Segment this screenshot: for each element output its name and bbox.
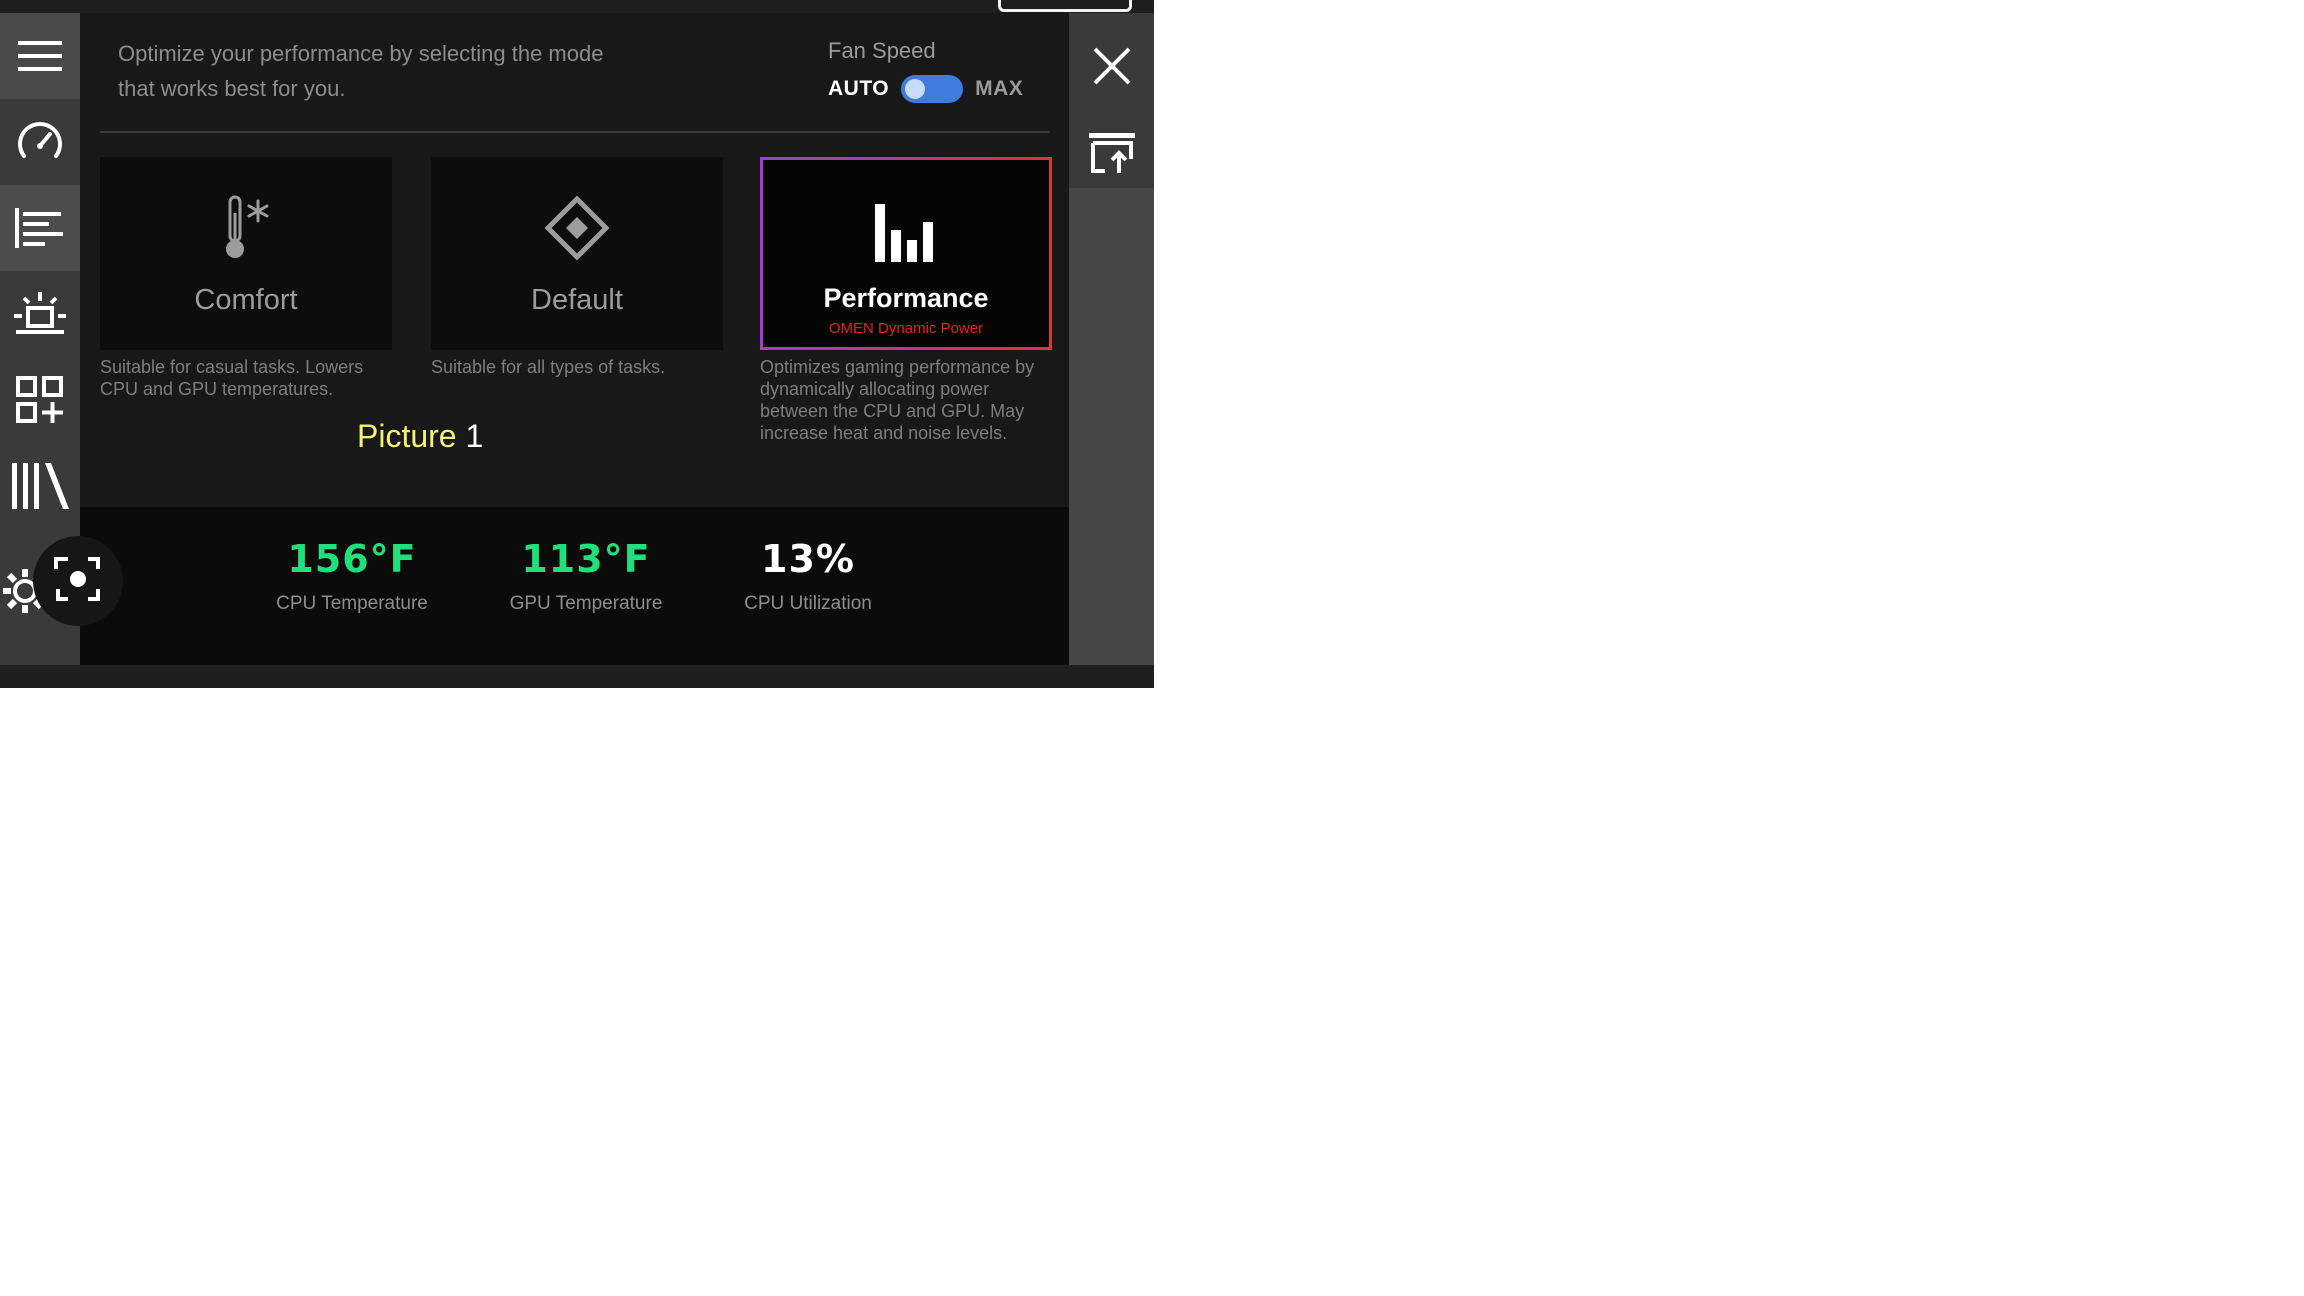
diamond-icon (431, 195, 723, 261)
picture-caption: Picture 1 (357, 418, 483, 455)
stat-value: 156°F (287, 537, 417, 581)
stat-gpu-temperature: 113°F GPU Temperature (476, 537, 696, 615)
fan-auto-label: AUTO (828, 77, 890, 100)
mode-label-performance: Performance (823, 283, 989, 313)
nav-performance-control[interactable] (0, 185, 80, 271)
stat-label: GPU Temperature (509, 593, 663, 614)
lighting-icon (12, 290, 68, 338)
mode-desc-comfort: Suitable for casual tasks. Lowers CPU an… (100, 357, 364, 399)
mode-label-default: Default (531, 284, 623, 316)
add-widget-icon (15, 375, 65, 425)
mode-desc-performance: Optimizes gaming performance by dynamica… (760, 357, 1035, 443)
picture-caption-word: Picture (357, 418, 457, 454)
intro-text: Optimize your performance by selecting t… (118, 41, 604, 101)
nav-library[interactable] (0, 443, 80, 529)
nav-menu[interactable] (0, 13, 80, 99)
hamburger-menu-icon (16, 36, 64, 76)
fan-speed-control: AUTO MAX (828, 75, 1023, 103)
bar-chart-icon (763, 202, 1049, 262)
nav-lighting[interactable] (0, 271, 80, 357)
speedometer-icon (14, 116, 66, 168)
nav-add-widget[interactable] (0, 357, 80, 443)
thermometer-snowflake-icon (100, 195, 392, 261)
stat-label: CPU Temperature (276, 593, 428, 614)
mode-desc-default: Suitable for all types of tasks. (431, 357, 666, 377)
mode-sublabel-performance: OMEN Dynamic Power (828, 320, 984, 337)
omen-gaming-hub-window: Optimize your performance by selecting t… (0, 0, 1154, 688)
system-stats-bar: 156°F CPU Temperature 113°F GPU Temperat… (80, 507, 1069, 665)
toggle-knob (905, 79, 926, 99)
picture-caption-number: 1 (465, 418, 484, 454)
screen-capture-button[interactable] (33, 536, 123, 626)
pop-out-icon (1087, 131, 1137, 180)
header-divider (100, 131, 1050, 133)
mode-label-comfort: Comfort (194, 284, 298, 316)
close-icon (1091, 45, 1133, 92)
mode-card-comfort[interactable]: Comfort (100, 157, 392, 350)
nav-dashboard[interactable] (0, 99, 80, 185)
bottom-strip (0, 665, 1154, 688)
screen-capture-icon (53, 554, 103, 609)
close-button[interactable] (1069, 28, 1154, 108)
top-outline-button[interactable] (998, 0, 1132, 12)
stat-label: CPU Utilization (744, 593, 872, 614)
performance-list-icon (13, 206, 67, 250)
top-strip (0, 0, 1154, 13)
stat-value: 113°F (521, 537, 651, 581)
mode-card-default[interactable]: Default (431, 157, 723, 350)
fan-speed-title: Fan Speed (828, 38, 936, 63)
performance-control-panel: Optimize your performance by selecting t… (80, 13, 1069, 665)
pop-out-button[interactable] (1069, 115, 1154, 195)
fan-speed-toggle[interactable] (901, 75, 964, 103)
stat-value: 13% (761, 537, 855, 581)
stat-cpu-temperature: 156°F CPU Temperature (242, 537, 462, 615)
stat-cpu-utilization: 13% CPU Utilization (698, 537, 918, 615)
right-rail (1069, 13, 1154, 665)
library-icon (9, 461, 71, 511)
fan-max-label: MAX (975, 77, 1024, 100)
mode-card-performance[interactable]: Performance OMEN Dynamic Power (760, 157, 1052, 350)
